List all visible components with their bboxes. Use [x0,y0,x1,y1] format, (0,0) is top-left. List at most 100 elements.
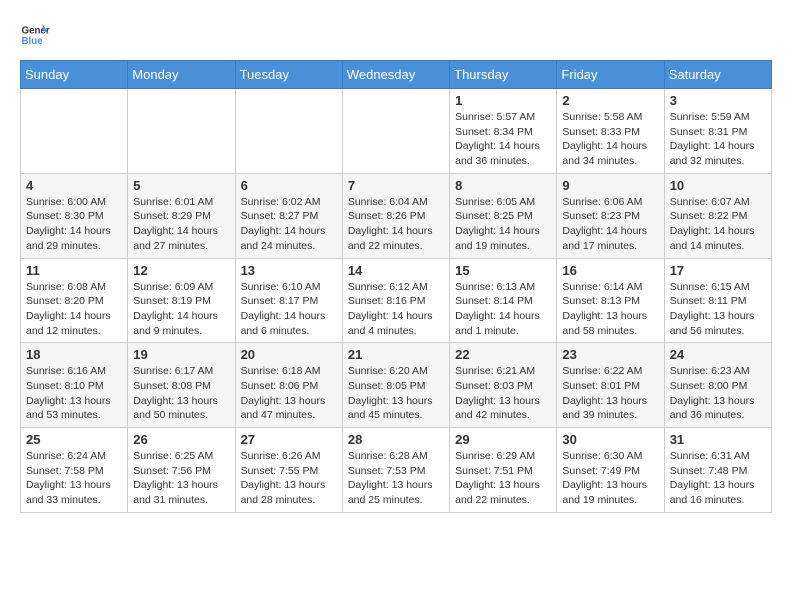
day-info: Sunrise: 6:25 AM Sunset: 7:56 PM Dayligh… [133,449,229,508]
day-number: 15 [455,263,551,278]
day-info: Sunrise: 6:31 AM Sunset: 7:48 PM Dayligh… [670,449,766,508]
calendar-cell: 13Sunrise: 6:10 AM Sunset: 8:17 PM Dayli… [235,258,342,343]
day-info: Sunrise: 6:16 AM Sunset: 8:10 PM Dayligh… [26,364,122,423]
day-number: 9 [562,178,658,193]
page-header: General Blue [20,20,772,50]
day-number: 7 [348,178,444,193]
day-info: Sunrise: 6:06 AM Sunset: 8:23 PM Dayligh… [562,195,658,254]
day-number: 26 [133,432,229,447]
calendar-cell: 21 Sunrise: 6:20 AM Sunset: 8:05 PM Dayli… [342,343,449,428]
day-info: Sunrise: 6:29 AM Sunset: 7:51 PM Dayligh… [455,449,551,508]
day-number: 27 [241,432,337,447]
calendar-cell: 27 Sunrise: 6:26 AM Sunset: 7:55 PM Dayli… [235,428,342,513]
day-number: 19 [133,347,229,362]
day-info: Sunrise: 5:58 AM Sunset: 8:33 PM Dayligh… [562,110,658,169]
calendar-cell: 30Sunrise: 6:30 AM Sunset: 7:49 PM Dayli… [557,428,664,513]
week-row-1: 1 Sunrise: 5:57 AM Sunset: 8:34 PM Daylig… [21,89,772,174]
day-info: Sunrise: 6:18 AM Sunset: 8:06 PM Dayligh… [241,364,337,423]
day-info: Sunrise: 6:13 AM Sunset: 8:14 PM Dayligh… [455,280,551,339]
day-info: Sunrise: 6:10 AM Sunset: 8:17 PM Dayligh… [241,280,337,339]
calendar-cell: 5Sunrise: 6:01 AM Sunset: 8:29 PM Daylig… [128,173,235,258]
column-header-wednesday: Wednesday [342,61,449,89]
column-header-friday: Friday [557,61,664,89]
day-number: 24 [670,347,766,362]
day-number: 21 [348,347,444,362]
day-number: 17 [670,263,766,278]
calendar-cell: 16 Sunrise: 6:14 AM Sunset: 8:13 PM Dayli… [557,258,664,343]
day-number: 16 [562,263,658,278]
calendar-cell [235,89,342,174]
day-number: 6 [241,178,337,193]
day-info: Sunrise: 6:05 AM Sunset: 8:25 PM Dayligh… [455,195,551,254]
calendar-cell: 20Sunrise: 6:18 AM Sunset: 8:06 PM Dayli… [235,343,342,428]
header-row: SundayMondayTuesdayWednesdayThursdayFrid… [21,61,772,89]
calendar-cell: 11 Sunrise: 6:08 AM Sunset: 8:20 PM Dayli… [21,258,128,343]
day-info: Sunrise: 5:57 AM Sunset: 8:34 PM Dayligh… [455,110,551,169]
logo: General Blue [20,20,54,50]
calendar-cell: 24Sunrise: 6:23 AM Sunset: 8:00 PM Dayli… [664,343,771,428]
week-row-4: 18 Sunrise: 6:16 AM Sunset: 8:10 PM Dayli… [21,343,772,428]
day-info: Sunrise: 6:12 AM Sunset: 8:16 PM Dayligh… [348,280,444,339]
calendar-table: SundayMondayTuesdayWednesdayThursdayFrid… [20,60,772,513]
day-number: 29 [455,432,551,447]
calendar-cell: 25 Sunrise: 6:24 AM Sunset: 7:58 PM Dayli… [21,428,128,513]
svg-text:Blue: Blue [22,36,44,47]
calendar-cell: 14 Sunrise: 6:12 AM Sunset: 8:16 PM Dayli… [342,258,449,343]
calendar-cell: 2 Sunrise: 5:58 AM Sunset: 8:33 PM Daylig… [557,89,664,174]
day-number: 28 [348,432,444,447]
day-info: Sunrise: 6:20 AM Sunset: 8:05 PM Dayligh… [348,364,444,423]
column-header-saturday: Saturday [664,61,771,89]
day-number: 14 [348,263,444,278]
calendar-cell: 8 Sunrise: 6:05 AM Sunset: 8:25 PM Daylig… [450,173,557,258]
calendar-cell: 23 Sunrise: 6:22 AM Sunset: 8:01 PM Dayli… [557,343,664,428]
calendar-cell: 7Sunrise: 6:04 AM Sunset: 8:26 PM Daylig… [342,173,449,258]
calendar-cell: 19Sunrise: 6:17 AM Sunset: 8:08 PM Dayli… [128,343,235,428]
day-number: 2 [562,93,658,108]
calendar-cell: 28 Sunrise: 6:28 AM Sunset: 7:53 PM Dayli… [342,428,449,513]
day-info: Sunrise: 5:59 AM Sunset: 8:31 PM Dayligh… [670,110,766,169]
column-header-monday: Monday [128,61,235,89]
calendar-cell: 18 Sunrise: 6:16 AM Sunset: 8:10 PM Dayli… [21,343,128,428]
day-number: 11 [26,263,122,278]
day-info: Sunrise: 6:15 AM Sunset: 8:11 PM Dayligh… [670,280,766,339]
day-number: 18 [26,347,122,362]
day-info: Sunrise: 6:28 AM Sunset: 7:53 PM Dayligh… [348,449,444,508]
day-info: Sunrise: 6:26 AM Sunset: 7:55 PM Dayligh… [241,449,337,508]
day-info: Sunrise: 6:24 AM Sunset: 7:58 PM Dayligh… [26,449,122,508]
calendar-cell: 3 Sunrise: 5:59 AM Sunset: 8:31 PM Daylig… [664,89,771,174]
calendar-cell: 15 Sunrise: 6:13 AM Sunset: 8:14 PM Dayli… [450,258,557,343]
day-number: 22 [455,347,551,362]
day-info: Sunrise: 6:22 AM Sunset: 8:01 PM Dayligh… [562,364,658,423]
calendar-cell: 10Sunrise: 6:07 AM Sunset: 8:22 PM Dayli… [664,173,771,258]
day-number: 12 [133,263,229,278]
calendar-cell [21,89,128,174]
week-row-5: 25 Sunrise: 6:24 AM Sunset: 7:58 PM Dayli… [21,428,772,513]
calendar-cell [128,89,235,174]
day-number: 1 [455,93,551,108]
day-number: 4 [26,178,122,193]
column-header-thursday: Thursday [450,61,557,89]
calendar-cell: 1 Sunrise: 5:57 AM Sunset: 8:34 PM Daylig… [450,89,557,174]
calendar-cell [342,89,449,174]
week-row-3: 11 Sunrise: 6:08 AM Sunset: 8:20 PM Dayli… [21,258,772,343]
calendar-cell: 17 Sunrise: 6:15 AM Sunset: 8:11 PM Dayli… [664,258,771,343]
week-row-2: 4 Sunrise: 6:00 AM Sunset: 8:30 PM Daylig… [21,173,772,258]
logo-icon: General Blue [20,20,50,50]
day-number: 23 [562,347,658,362]
calendar-cell: 22 Sunrise: 6:21 AM Sunset: 8:03 PM Dayli… [450,343,557,428]
day-info: Sunrise: 6:14 AM Sunset: 8:13 PM Dayligh… [562,280,658,339]
calendar-cell: 6Sunrise: 6:02 AM Sunset: 8:27 PM Daylig… [235,173,342,258]
day-number: 30 [562,432,658,447]
day-info: Sunrise: 6:08 AM Sunset: 8:20 PM Dayligh… [26,280,122,339]
calendar-cell: 29 Sunrise: 6:29 AM Sunset: 7:51 PM Dayli… [450,428,557,513]
day-number: 25 [26,432,122,447]
day-info: Sunrise: 6:00 AM Sunset: 8:30 PM Dayligh… [26,195,122,254]
column-header-tuesday: Tuesday [235,61,342,89]
day-number: 8 [455,178,551,193]
day-info: Sunrise: 6:21 AM Sunset: 8:03 PM Dayligh… [455,364,551,423]
calendar-cell: 9 Sunrise: 6:06 AM Sunset: 8:23 PM Daylig… [557,173,664,258]
column-header-sunday: Sunday [21,61,128,89]
calendar-cell: 4 Sunrise: 6:00 AM Sunset: 8:30 PM Daylig… [21,173,128,258]
day-number: 10 [670,178,766,193]
day-number: 3 [670,93,766,108]
